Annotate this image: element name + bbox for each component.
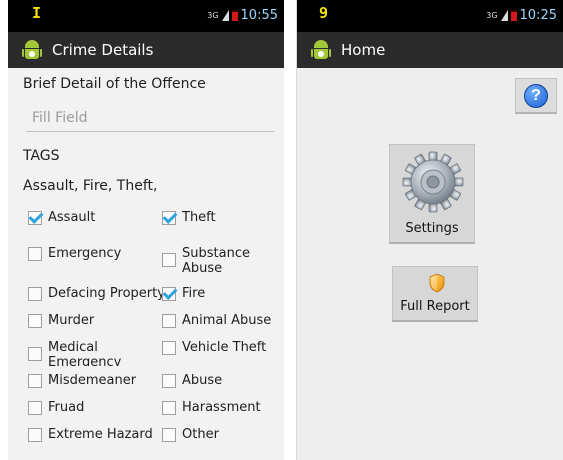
checkbox-label: Murder (48, 313, 95, 328)
checkbox-box[interactable] (162, 287, 176, 301)
checkbox-label: Harassment (182, 400, 261, 415)
checkbox-label: Animal Abuse (182, 313, 272, 328)
tags-label: TAGS (23, 148, 60, 164)
checkbox-box[interactable] (28, 401, 42, 415)
battery-icon (231, 10, 238, 21)
status-bar: I 3G 10:55 (8, 0, 284, 32)
action-bar-title: Home (341, 41, 386, 59)
home-screen: 9 3G 10:25 Home ? Settings Full Report (296, 0, 563, 460)
checkbox-label: Fruad (48, 400, 85, 415)
checkbox-medical-emergency[interactable]: Medical Emergency (28, 340, 148, 366)
help-button[interactable]: ? (515, 78, 557, 114)
shield-icon (429, 273, 445, 293)
status-icons: 3G 10:25 (486, 8, 557, 23)
checkbox-fire[interactable]: Fire (162, 286, 205, 301)
checkbox-box[interactable] (162, 428, 176, 442)
checkbox-label: Extreme Hazard (48, 427, 153, 442)
checkbox-assault[interactable]: Assault (28, 210, 95, 225)
checkbox-misdemeaner[interactable]: Misdemeaner (28, 373, 136, 388)
checkbox-box[interactable] (162, 211, 176, 225)
checkbox-fruad[interactable]: Fruad (28, 400, 84, 415)
checkbox-box[interactable] (162, 314, 176, 328)
checkbox-label: Emergency (48, 246, 122, 261)
checkbox-box[interactable] (162, 374, 176, 388)
full-report-label: Full Report (400, 299, 470, 314)
checkbox-box[interactable] (162, 401, 176, 415)
crime-details-content: Brief Detail of the Offence TAGS Assault… (8, 68, 284, 460)
checkbox-vehicle-theft[interactable]: Vehicle Theft (162, 340, 266, 355)
checkbox-other[interactable]: Other (162, 427, 219, 442)
checkbox-abuse[interactable]: Abuse (162, 373, 222, 388)
signal-icon (221, 10, 229, 21)
status-time: 10:25 (519, 8, 557, 23)
network-type: 3G (486, 11, 498, 20)
battery-icon (510, 10, 517, 21)
full-report-button[interactable]: Full Report (392, 266, 478, 322)
checkbox-theft[interactable]: Theft (162, 210, 216, 225)
tags-value: Assault, Fire, Theft, (23, 178, 158, 194)
checkbox-extreme-hazard[interactable]: Extreme Hazard (28, 427, 153, 442)
status-icons: 3G 10:55 (207, 8, 278, 23)
crime-details-screen: I 3G 10:55 Crime Details Brief Detail of… (8, 0, 284, 460)
checkbox-box[interactable] (28, 287, 42, 301)
checkbox-label: Fire (182, 286, 206, 301)
android-icon[interactable] (311, 39, 331, 61)
status-indicator: 9 (319, 4, 329, 22)
status-bar: 9 3G 10:25 (297, 0, 563, 32)
checkbox-box[interactable] (28, 374, 42, 388)
checkbox-box[interactable] (162, 253, 176, 267)
signal-icon (500, 10, 508, 21)
action-bar-title: Crime Details (52, 41, 154, 59)
checkbox-label: Misdemeaner (48, 373, 137, 388)
checkbox-label: Vehicle Theft (182, 340, 267, 355)
checkbox-label: Assault (48, 210, 96, 225)
checkbox-label: Abuse (182, 373, 223, 388)
settings-label: Settings (405, 221, 459, 236)
checkbox-box[interactable] (28, 347, 42, 361)
checkbox-label: Other (182, 427, 219, 442)
gear-icon (402, 151, 464, 213)
checkbox-box[interactable] (162, 341, 176, 355)
checkbox-box[interactable] (28, 247, 42, 261)
checkbox-box[interactable] (28, 314, 42, 328)
home-content: ? Settings Full Report (297, 68, 563, 460)
brief-detail-input[interactable] (26, 104, 274, 132)
status-indicator: I (32, 4, 42, 22)
brief-detail-label: Brief Detail of the Offence (23, 76, 206, 92)
checkbox-emergency[interactable]: Emergency (28, 246, 121, 261)
android-icon[interactable] (22, 39, 42, 61)
checkbox-box[interactable] (28, 428, 42, 442)
settings-button[interactable]: Settings (389, 144, 475, 244)
checkbox-label: Theft (182, 210, 216, 225)
checkbox-label: Medical Emergency (48, 340, 122, 366)
checkbox-animal-abuse[interactable]: Animal Abuse (162, 313, 271, 328)
checkbox-label: Defacing Property (48, 286, 165, 301)
status-time: 10:55 (240, 8, 278, 23)
action-bar: Crime Details (8, 32, 284, 68)
checkbox-defacing-property[interactable]: Defacing Property (28, 286, 165, 301)
checkbox-box[interactable] (28, 211, 42, 225)
checkbox-harassment[interactable]: Harassment (162, 400, 261, 415)
checkbox-substance-abuse[interactable]: Substance Abuse (162, 246, 272, 276)
action-bar: Home (297, 32, 563, 68)
help-icon: ? (524, 83, 548, 108)
checkbox-label: Substance Abuse (182, 246, 250, 276)
checkbox-murder[interactable]: Murder (28, 313, 94, 328)
network-type: 3G (207, 11, 219, 20)
